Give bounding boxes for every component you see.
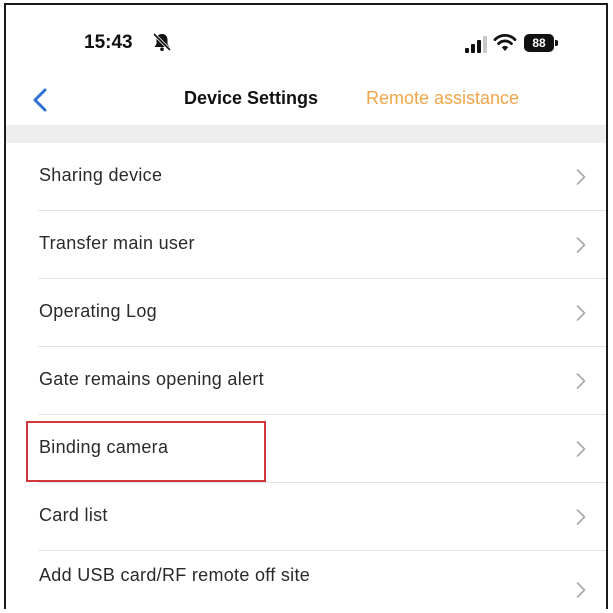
- chevron-left-icon[interactable]: [28, 85, 54, 115]
- chevron-right-icon: [576, 169, 586, 185]
- battery-tip: [555, 40, 558, 46]
- settings-list: Sharing device Transfer main user Operat…: [6, 143, 606, 609]
- page-title: Device Settings: [184, 88, 319, 108]
- chevron-right-icon: [576, 305, 586, 321]
- signal-icon: [465, 36, 487, 53]
- item-label: Transfer main user: [39, 233, 195, 253]
- item-label: Binding camera: [39, 437, 169, 457]
- chevron-right-icon: [576, 582, 586, 598]
- status-time: 15:43: [84, 32, 133, 53]
- section-separator: [6, 125, 606, 143]
- settings-item-operating-log[interactable]: Operating Log: [6, 279, 606, 347]
- chevron-right-icon: [576, 441, 586, 457]
- chevron-right-icon: [576, 509, 586, 525]
- phone-screen: 15:43 88 Device Settings Remote assistan…: [4, 3, 608, 609]
- settings-item-card-list[interactable]: Card list: [6, 483, 606, 551]
- item-label: Card list: [39, 505, 108, 525]
- battery-icon: 88: [524, 34, 554, 52]
- settings-item-transfer-main-user[interactable]: Transfer main user: [6, 211, 606, 279]
- wifi-icon: [493, 34, 517, 51]
- remote-assistance-button[interactable]: Remote assistance: [366, 88, 519, 109]
- item-label: Operating Log: [39, 301, 157, 321]
- chevron-right-icon: [576, 373, 586, 389]
- bell-muted-icon: [152, 32, 172, 52]
- settings-item-gate-opening-alert[interactable]: Gate remains opening alert: [6, 347, 606, 415]
- nav-bar: Device Settings Remote assistance: [6, 79, 606, 123]
- item-label: Sharing device: [39, 165, 163, 185]
- chevron-right-icon: [576, 237, 586, 253]
- settings-item-add-usb-card[interactable]: Add USB card/RF remote off site: [6, 551, 606, 609]
- status-bar: 15:43 88: [6, 5, 606, 79]
- settings-item-sharing-device[interactable]: Sharing device: [6, 143, 606, 211]
- settings-item-binding-camera[interactable]: Binding camera: [6, 415, 606, 483]
- item-label: Add USB card/RF remote off site: [39, 565, 311, 585]
- item-label: Gate remains opening alert: [39, 369, 264, 389]
